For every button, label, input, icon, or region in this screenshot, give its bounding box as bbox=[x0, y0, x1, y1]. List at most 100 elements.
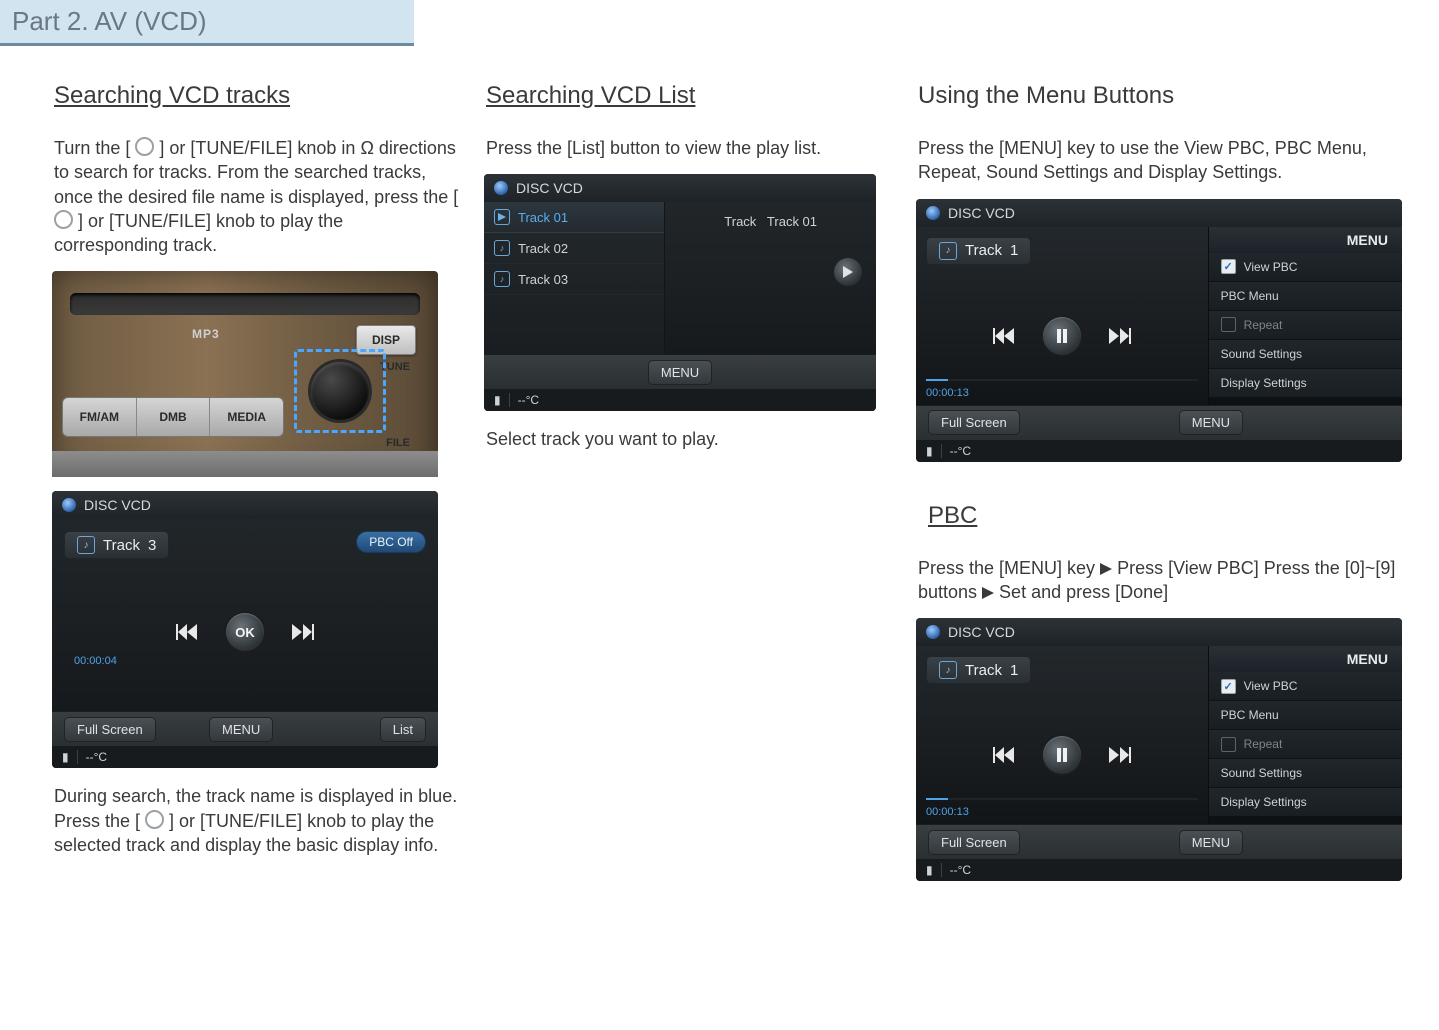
nav-right-button[interactable] bbox=[834, 258, 862, 286]
full-screen-button[interactable]: Full Screen bbox=[928, 410, 1020, 435]
track-indicator: ♪ Track 3 bbox=[64, 531, 169, 559]
pbc-off-badge[interactable]: PBC Off bbox=[356, 531, 426, 553]
menu-item-repeat[interactable]: Repeat bbox=[1209, 311, 1402, 340]
pause-button[interactable] bbox=[1043, 317, 1081, 355]
list-button[interactable]: List bbox=[380, 717, 426, 742]
menu-item-label: View PBC bbox=[1244, 679, 1298, 693]
menu-item-pbc-menu[interactable]: PBC Menu bbox=[1209, 701, 1402, 730]
list-item[interactable]: Track 01 bbox=[484, 202, 664, 233]
flag-icon: ▮ bbox=[62, 750, 69, 764]
progress-bar[interactable] bbox=[926, 798, 1198, 800]
menu-item-label: PBC Menu bbox=[1221, 708, 1279, 722]
section-title-list: Searching VCD List bbox=[486, 82, 900, 110]
screen-footer: Full Screen MENU bbox=[916, 405, 1402, 440]
tune-knob-highlight bbox=[294, 349, 386, 433]
screen-footer: Full Screen MENU bbox=[916, 824, 1402, 859]
temperature-readout: --°C bbox=[86, 750, 107, 764]
playback-time: 00:00:13 bbox=[926, 806, 969, 818]
track-label: Track bbox=[965, 242, 1002, 259]
menu-button[interactable]: MENU bbox=[648, 360, 712, 385]
menu-item-display[interactable]: Display Settings bbox=[1209, 369, 1402, 398]
list-paragraph-2: Select track you want to play. bbox=[486, 427, 894, 451]
dmb-button[interactable]: DMB bbox=[137, 398, 211, 436]
arrow-right-icon bbox=[1100, 563, 1112, 575]
pbc-paragraph: Press the [MENU] key Press [View PBC] Pr… bbox=[918, 556, 1406, 605]
tracks-paragraph-2: During search, the track name is display… bbox=[54, 784, 462, 857]
flag-icon: ▮ bbox=[494, 393, 501, 407]
menu-item-label: Sound Settings bbox=[1221, 766, 1302, 780]
temperature-readout: --°C bbox=[950, 863, 971, 877]
knob-icon bbox=[145, 810, 164, 829]
knob-icon bbox=[54, 210, 73, 229]
screen-header: DISC VCD bbox=[916, 199, 1402, 227]
menu-button[interactable]: MENU bbox=[209, 717, 273, 742]
track-icon: ♪ bbox=[77, 536, 95, 554]
tune-file-knob[interactable] bbox=[311, 362, 369, 420]
menu-panel: MENU ✓View PBC PBC Menu Repeat Sound Set… bbox=[1208, 646, 1402, 824]
menu-item-label: View PBC bbox=[1244, 260, 1298, 274]
playback-time: 00:00:04 bbox=[64, 655, 426, 667]
full-screen-button[interactable]: Full Screen bbox=[64, 717, 156, 742]
media-button[interactable]: MEDIA bbox=[210, 398, 283, 436]
prev-track-icon[interactable] bbox=[993, 328, 1015, 344]
screen-header-label: DISC VCD bbox=[516, 180, 583, 196]
temperature-readout: --°C bbox=[518, 393, 539, 407]
menu-item-display[interactable]: Display Settings bbox=[1209, 788, 1402, 817]
menu-panel-title: MENU bbox=[1209, 646, 1402, 672]
screen-header-label: DISC VCD bbox=[84, 497, 151, 513]
screen-header: DISC VCD bbox=[484, 174, 876, 202]
menu-button[interactable]: MENU bbox=[1179, 410, 1243, 435]
status-bar: ▮ --°C bbox=[52, 746, 438, 768]
screen-header-label: DISC VCD bbox=[948, 624, 1015, 640]
section-title-pbc: PBC bbox=[928, 502, 1412, 530]
arrow-right-icon bbox=[982, 587, 994, 599]
disc-icon bbox=[926, 625, 940, 639]
menu-button[interactable]: MENU bbox=[1179, 830, 1243, 855]
text-fragment: Press the [MENU] key bbox=[918, 558, 1100, 578]
playback-time: 00:00:13 bbox=[926, 387, 969, 399]
pause-button[interactable] bbox=[1043, 736, 1081, 774]
status-bar: ▮ --°C bbox=[916, 859, 1402, 881]
menu-panel-title: MENU bbox=[1209, 227, 1402, 253]
menu-item-view-pbc[interactable]: ✓View PBC bbox=[1209, 253, 1402, 282]
list-item[interactable]: ♪ Track 02 bbox=[484, 233, 664, 264]
text-fragment: Turn the [ bbox=[54, 138, 135, 158]
menu-item-repeat[interactable]: Repeat bbox=[1209, 730, 1402, 759]
ok-button[interactable]: OK bbox=[226, 613, 264, 651]
progress-bar[interactable] bbox=[926, 379, 1198, 381]
menu-item-sound[interactable]: Sound Settings bbox=[1209, 759, 1402, 788]
file-label: FILE bbox=[386, 437, 410, 449]
list-item-label: Track 02 bbox=[518, 241, 568, 256]
screen-header: DISC VCD bbox=[916, 618, 1402, 646]
disc-icon bbox=[926, 206, 940, 220]
prev-track-icon[interactable] bbox=[993, 747, 1015, 763]
track-number: 1 bbox=[1010, 662, 1018, 679]
temperature-readout: --°C bbox=[950, 444, 971, 458]
checkbox-empty-icon bbox=[1221, 737, 1236, 752]
checkbox-empty-icon bbox=[1221, 317, 1236, 332]
next-track-icon[interactable] bbox=[292, 624, 314, 640]
full-screen-button[interactable]: Full Screen bbox=[928, 830, 1020, 855]
next-track-icon[interactable] bbox=[1109, 328, 1131, 344]
prev-track-icon[interactable] bbox=[176, 624, 198, 640]
menu-item-pbc-menu[interactable]: PBC Menu bbox=[1209, 282, 1402, 311]
next-track-icon[interactable] bbox=[1109, 747, 1131, 763]
screen-header-label: DISC VCD bbox=[948, 205, 1015, 221]
list-paragraph-1: Press the [List] button to view the play… bbox=[486, 136, 894, 160]
menu-item-label: Display Settings bbox=[1221, 376, 1307, 390]
mode-button-strip: FM/AM DMB MEDIA bbox=[62, 397, 284, 437]
track-list: Track 01 ♪ Track 02 ♪ Track 03 bbox=[484, 202, 665, 354]
tracks-paragraph-1: Turn the [ ] or [TUNE/FILE] knob in Ω di… bbox=[54, 136, 462, 257]
list-item-label: Track 03 bbox=[518, 272, 568, 287]
fm-am-button[interactable]: FM/AM bbox=[63, 398, 137, 436]
text-fragment: ] or [TUNE/FILE] knob to play the corres… bbox=[54, 211, 343, 255]
mp3-label: MP3 bbox=[192, 327, 220, 341]
menu-item-sound[interactable]: Sound Settings bbox=[1209, 340, 1402, 369]
status-bar: ▮ --°C bbox=[484, 389, 876, 411]
disc-slot bbox=[70, 293, 420, 315]
track-indicator: ♪ Track 1 bbox=[926, 656, 1031, 684]
stereo-panel-figure: MP3 DISP TUNE FILE FM/AM DMB MEDIA bbox=[52, 271, 438, 477]
track-number: 1 bbox=[1010, 242, 1018, 259]
list-item[interactable]: ♪ Track 03 bbox=[484, 264, 664, 295]
menu-item-view-pbc[interactable]: ✓View PBC bbox=[1209, 672, 1402, 701]
